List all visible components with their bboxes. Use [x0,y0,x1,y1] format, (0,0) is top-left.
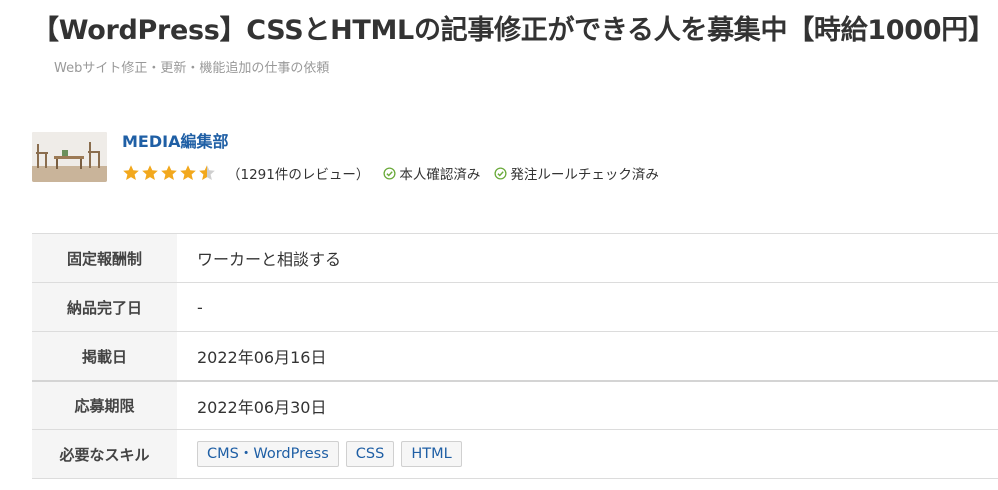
avatar-image-icon [32,132,107,182]
skill-tag-css[interactable]: CSS [345,441,395,467]
job-details-table: 固定報酬制 ワーカーと相談する 納品完了日 - 掲載日 2022年06月16日 … [32,233,998,479]
job-category[interactable]: Webサイト修正・更新・機能追加の仕事の依頼 [54,61,329,76]
order-rule-checked-badge: 発注ルールチェック済み [494,163,659,183]
skill-tags: CMS・WordPress CSS HTML [177,430,998,478]
client-info: MEDIA編集部 （1291件のレビュー） 本人確認済み 発注ルールチェック済み [32,132,732,183]
star-icon [180,165,196,180]
job-title-text: 【WordPress】CSSとHTMLの記事修正ができる人を募集中【時給1000… [32,15,995,46]
job-title: 【WordPress】CSSとHTMLの記事修正ができる人を募集中【時給1000… [32,12,995,87]
detail-row-skills: 必要なスキル CMS・WordPress CSS HTML [32,429,998,479]
detail-value: - [197,297,203,317]
detail-label: 必要なスキル [32,430,177,478]
rating-row: （1291件のレビュー） 本人確認済み 発注ルールチェック済み [122,163,659,183]
detail-value: ワーカーと相談する [197,250,342,269]
skill-tag-cms-wordpress[interactable]: CMS・WordPress [197,441,339,467]
detail-row-fee: 固定報酬制 ワーカーと相談する [32,233,998,282]
review-count-link[interactable]: （1291件のレビュー） [227,163,369,183]
detail-label: 固定報酬制 [32,234,177,282]
detail-label: 応募期限 [32,382,177,429]
detail-label: 納品完了日 [32,283,177,331]
rating-stars [122,164,217,182]
detail-value: 2022年06月30日 [197,397,327,417]
client-name-link[interactable]: MEDIA編集部 [122,132,228,152]
detail-row-delivery: 納品完了日 - [32,282,998,331]
detail-value: 2022年06月16日 [197,348,327,367]
client-avatar[interactable] [32,132,107,182]
detail-row-posted: 掲載日 2022年06月16日 [32,331,998,380]
detail-label: 掲載日 [32,332,177,380]
check-circle-icon [494,166,507,180]
star-icon [142,165,158,180]
identity-verified-badge: 本人確認済み [383,163,480,183]
star-icon [199,165,215,180]
identity-verified-label: 本人確認済み [399,167,481,183]
star-icon [161,165,177,180]
skill-tag-html[interactable]: HTML [401,441,462,467]
check-circle-icon [383,166,396,180]
star-icon [123,165,139,180]
detail-row-deadline: 応募期限 2022年06月30日 [32,380,998,429]
order-rule-checked-label: 発注ルールチェック済み [510,167,659,183]
